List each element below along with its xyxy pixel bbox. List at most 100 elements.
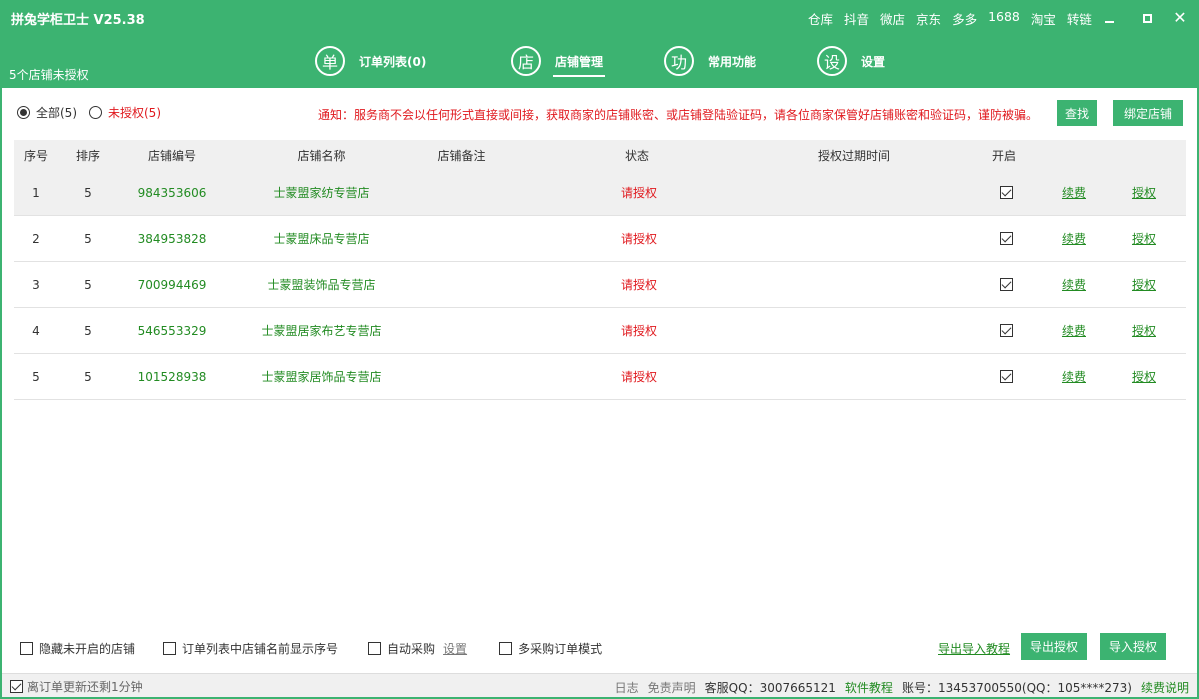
tab-label: 店铺管理	[552, 54, 606, 77]
tutorial-link[interactable]: 软件教程	[845, 679, 893, 696]
row-store-note	[424, 308, 499, 353]
renew-link[interactable]: 续费	[1062, 368, 1086, 385]
row-expire-time	[804, 170, 904, 215]
auto-refresh-checkbox[interactable]	[10, 680, 23, 693]
row-expire-time	[804, 354, 904, 399]
header-store-id: 店铺编号	[147, 148, 196, 163]
order-icon: 单	[315, 46, 345, 76]
renew-link[interactable]: 续费	[1062, 276, 1086, 293]
header-store-note: 店铺备注	[437, 148, 486, 163]
tab-label: 常用功能	[708, 54, 757, 69]
table-row[interactable]: 1 5 984353606 士蒙盟家纺专营店 请授权 续费 授权	[14, 170, 1186, 216]
option-hide-disabled[interactable]: 隐藏未开启的店铺	[20, 640, 135, 657]
link-warehouse[interactable]: 仓库	[808, 9, 833, 28]
row-index: 5	[32, 369, 40, 384]
row-enabled-checkbox[interactable]	[999, 186, 1013, 199]
row-expire-time	[804, 262, 904, 307]
authorize-link[interactable]: 授权	[1132, 322, 1156, 339]
options-bar: 隐藏未开启的店铺 订单列表中店铺名前显示序号 自动采购 设置 多采购订单模式	[20, 640, 602, 657]
authorize-link[interactable]: 授权	[1132, 230, 1156, 247]
table-row[interactable]: 4 5 546553329 士蒙盟居家布艺专营店 请授权 续费 授权	[14, 308, 1186, 354]
row-sort: 5	[84, 323, 92, 338]
row-store-name: 士蒙盟家居饰品专营店	[261, 370, 382, 384]
table-row[interactable]: 5 5 101528938 士蒙盟家居饰品专营店 请授权 续费 授权	[14, 354, 1186, 400]
maximize-button[interactable]	[1135, 6, 1159, 30]
renew-link[interactable]: 续费	[1062, 230, 1086, 247]
export-auth-button[interactable]: 导出授权	[1021, 633, 1087, 660]
auto-purchase-settings-link[interactable]: 设置	[443, 640, 467, 657]
link-1688[interactable]: 1688	[988, 9, 1020, 28]
export-import-tutorial-link[interactable]: 导出导入教程	[938, 640, 1010, 657]
search-button[interactable]: 查找	[1057, 100, 1097, 126]
tab-common-functions[interactable]: 功 常用功能	[664, 44, 756, 78]
row-store-name: 士蒙盟居家布艺专营店	[261, 324, 382, 338]
link-duoduo[interactable]: 多多	[952, 9, 977, 28]
radio-unauthorized-label[interactable]: 未授权(5)	[108, 104, 161, 121]
table-row[interactable]: 2 5 384953828 士蒙盟床品专营店 请授权 续费 授权	[14, 216, 1186, 262]
row-enabled-checkbox[interactable]	[999, 278, 1013, 291]
row-enabled-checkbox[interactable]	[999, 370, 1013, 383]
multi-purchase-checkbox[interactable]	[499, 642, 513, 655]
header-index: 序号	[23, 148, 48, 163]
option-label: 隐藏未开启的店铺	[39, 642, 136, 656]
row-sort: 5	[84, 369, 92, 384]
app-title: 拼兔学柜卫士 V25.38	[11, 13, 145, 28]
tab-store-management[interactable]: 店 店铺管理	[511, 44, 606, 78]
support-qq: 客服QQ：3007665121	[704, 681, 836, 695]
close-button[interactable]: ✕	[1168, 6, 1192, 30]
auto-purchase-checkbox[interactable]	[368, 642, 382, 655]
function-icon: 功	[664, 46, 694, 76]
option-label: 自动采购	[387, 642, 436, 656]
refresh-timer: 离订单更新还剩1分钟	[10, 678, 143, 695]
hide-disabled-checkbox[interactable]	[20, 642, 33, 655]
authorize-link[interactable]: 授权	[1132, 184, 1156, 201]
renew-info-link[interactable]: 续费说明	[1141, 679, 1189, 696]
show-index-checkbox[interactable]	[163, 642, 177, 655]
link-douyin[interactable]: 抖音	[844, 9, 869, 28]
link-taobao[interactable]: 淘宝	[1031, 9, 1056, 28]
row-store-note	[424, 216, 499, 261]
tab-settings[interactable]: 设 设置	[817, 44, 885, 78]
security-notice: 通知：服务商不会以任何形式直接或间接，获取商家的店铺账密、或店铺登陆验证码，请各…	[318, 108, 1039, 122]
status-links: 日志 免责声明 客服QQ：3007665121 软件教程 账号：13453700…	[615, 679, 1189, 696]
renew-link[interactable]: 续费	[1062, 322, 1086, 339]
import-auth-button[interactable]: 导入授权	[1100, 633, 1166, 660]
renew-link[interactable]: 续费	[1062, 184, 1086, 201]
bind-store-button[interactable]: 绑定店铺	[1113, 100, 1183, 126]
row-store-note	[424, 170, 499, 215]
row-status: 请授权	[620, 370, 657, 384]
row-sort: 5	[84, 231, 92, 246]
row-store-note	[424, 354, 499, 399]
option-auto-purchase[interactable]: 自动采购 设置	[368, 640, 467, 657]
row-store-id: 700994469	[137, 277, 207, 292]
tab-order-list[interactable]: 单 订单列表(0)	[315, 44, 426, 78]
row-status: 请授权	[620, 278, 657, 292]
table-row[interactable]: 3 5 700994469 士蒙盟装饰品专营店 请授权 续费 授权	[14, 262, 1186, 308]
link-convert[interactable]: 转链	[1067, 9, 1092, 28]
disclaimer-link[interactable]: 免责声明	[648, 679, 696, 696]
filter-group: 全部(5) 未授权(5)	[17, 104, 161, 121]
row-store-name: 士蒙盟床品专营店	[273, 232, 370, 246]
radio-all[interactable]	[17, 106, 30, 119]
store-icon: 店	[511, 46, 541, 76]
row-store-id: 384953828	[137, 231, 207, 246]
store-table: 序号 排序 店铺编号 店铺名称 店铺备注 状态 授权过期时间 开启 1 5 9843…	[14, 140, 1186, 400]
option-label: 多采购订单模式	[518, 642, 603, 656]
row-enabled-checkbox[interactable]	[999, 324, 1013, 337]
row-enabled-checkbox[interactable]	[999, 232, 1013, 245]
option-show-index[interactable]: 订单列表中店铺名前显示序号	[163, 640, 338, 657]
log-link[interactable]: 日志	[615, 679, 639, 696]
header-store-name: 店铺名称	[297, 148, 346, 163]
link-jd[interactable]: 京东	[916, 9, 941, 28]
tab-label: 设置	[861, 54, 886, 69]
option-multi-purchase[interactable]: 多采购订单模式	[499, 640, 602, 657]
header-status: 状态	[624, 148, 649, 163]
authorize-link[interactable]: 授权	[1132, 368, 1156, 385]
row-store-id: 546553329	[137, 323, 207, 338]
authorize-link[interactable]: 授权	[1132, 276, 1156, 293]
radio-unauthorized[interactable]	[89, 106, 102, 119]
minimize-button[interactable]	[1098, 6, 1122, 30]
row-status: 请授权	[620, 186, 657, 200]
radio-all-label[interactable]: 全部(5)	[36, 104, 77, 121]
link-weidian[interactable]: 微店	[880, 9, 905, 28]
